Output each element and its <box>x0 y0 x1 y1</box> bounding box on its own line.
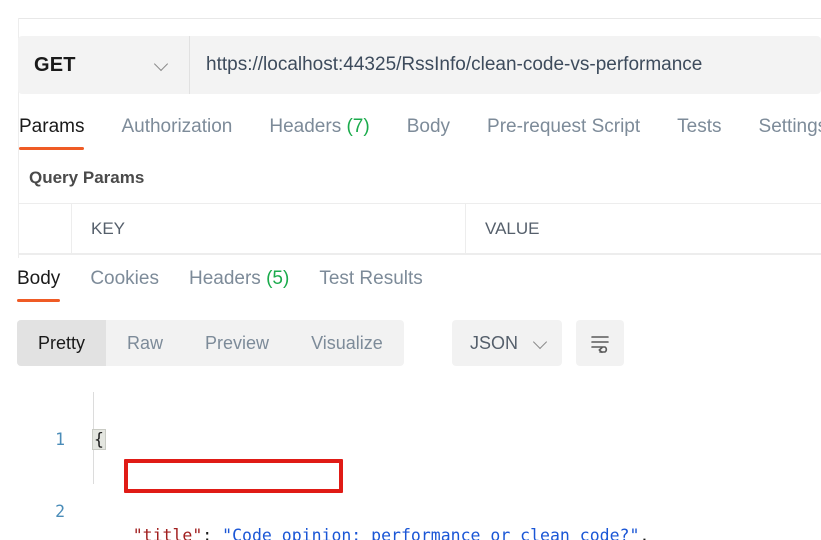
json-comma: , <box>639 526 649 540</box>
tab-settings[interactable]: Settings <box>759 112 821 150</box>
http-method-selector[interactable]: GET <box>18 36 190 94</box>
response-tab-cookies[interactable]: Cookies <box>90 266 159 302</box>
response-tab-body-label: Body <box>17 268 60 289</box>
tab-tests[interactable]: Tests <box>677 112 721 150</box>
format-button-pretty[interactable]: Pretty <box>17 320 106 366</box>
json-colon: : <box>202 526 222 540</box>
http-method-label: GET <box>34 54 76 77</box>
indent <box>93 526 133 540</box>
request-url-bar: GET https://localhost:44325/RssInfo/clea… <box>18 36 821 94</box>
query-params-header-row: KEY VALUE <box>19 204 821 253</box>
line-number: 2 <box>17 500 65 524</box>
wrap-lines-button[interactable] <box>576 320 624 366</box>
response-tab-bar: Body Cookies Headers (5) Test Results <box>17 266 453 302</box>
response-tab-cookies-label: Cookies <box>90 268 159 289</box>
tab-pre-request-script-label: Pre-request Script <box>487 116 640 137</box>
json-value-title: "Code opinion: performance or clean code… <box>222 526 639 540</box>
query-params-table: KEY VALUE <box>19 203 821 254</box>
top-divider <box>18 18 821 19</box>
chevron-down-icon <box>155 58 169 72</box>
content-type-select[interactable]: JSON <box>452 320 562 366</box>
format-button-preview[interactable]: Preview <box>184 320 290 366</box>
response-tab-headers-label: Headers <box>189 268 261 289</box>
postman-window: GET https://localhost:44325/RssInfo/clea… <box>0 0 821 540</box>
url-input[interactable]: https://localhost:44325/RssInfo/clean-co… <box>190 36 821 94</box>
chevron-down-icon <box>534 336 548 350</box>
query-params-title: Query Params <box>29 168 144 188</box>
tab-pre-request-script[interactable]: Pre-request Script <box>487 112 640 150</box>
format-button-visualize[interactable]: Visualize <box>290 320 404 366</box>
tab-headers-label: Headers <box>269 116 341 137</box>
tab-headers[interactable]: Headers (7) <box>269 112 369 150</box>
code-line-1: { <box>93 428 769 452</box>
line-number-gutter: 1 2 3 4 5 <box>17 380 65 540</box>
column-checkbox <box>19 204 72 253</box>
code-line-2: "title": "Code opinion: performance or c… <box>93 524 769 540</box>
line-number: 1 <box>17 428 65 452</box>
format-button-raw[interactable]: Raw <box>106 320 184 366</box>
response-tab-test-results-label: Test Results <box>319 268 422 289</box>
column-header-key: KEY <box>72 204 466 253</box>
tab-body-label: Body <box>407 116 450 137</box>
tab-authorization[interactable]: Authorization <box>121 112 232 150</box>
json-code-lines: { "title": "Code opinion: performance or… <box>93 380 769 540</box>
response-tab-body[interactable]: Body <box>17 266 60 302</box>
column-header-value: VALUE <box>466 204 821 253</box>
tab-authorization-label: Authorization <box>121 116 232 137</box>
tab-body[interactable]: Body <box>407 112 450 150</box>
response-tab-headers-count: (5) <box>266 268 289 289</box>
tab-headers-count: (7) <box>346 116 369 137</box>
json-open-brace: { <box>92 429 106 450</box>
content-type-label: JSON <box>470 333 518 354</box>
query-params-bottom-divider <box>19 254 821 255</box>
response-tab-headers[interactable]: Headers (5) <box>189 266 289 302</box>
tab-tests-label: Tests <box>677 116 721 137</box>
request-tab-bar: Params Authorization Headers (7) Body Pr… <box>19 112 821 160</box>
tab-params-label: Params <box>19 116 84 137</box>
text-wrap-icon <box>589 333 611 353</box>
json-key-title: "title" <box>133 526 203 540</box>
tab-settings-label: Settings <box>759 116 821 137</box>
response-tab-test-results[interactable]: Test Results <box>319 266 422 302</box>
tab-params[interactable]: Params <box>19 112 84 150</box>
response-format-toggle-group: Pretty Raw Preview Visualize <box>17 320 404 366</box>
response-body-viewer[interactable]: 1 2 3 4 5 { "title": "Code opinion: perf… <box>17 380 821 540</box>
